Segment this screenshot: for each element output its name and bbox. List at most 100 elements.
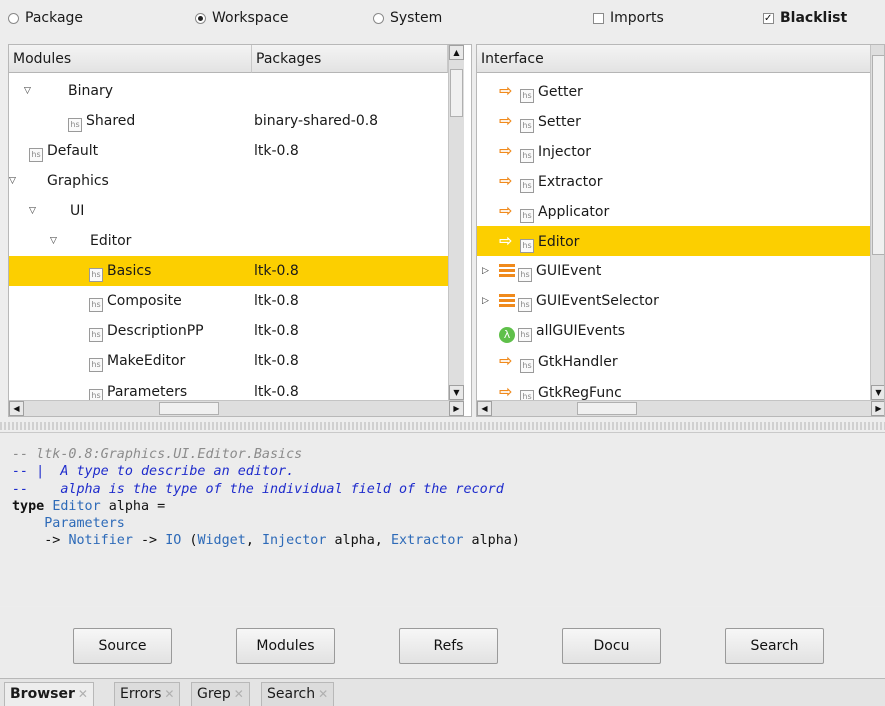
haskell-module-icon: hs <box>518 328 532 342</box>
scroll-right-button[interactable]: ▶ <box>449 401 464 416</box>
interface-item-allguievents[interactable]: λ hs allGUIEvents <box>477 316 870 346</box>
interface-item-applicator[interactable]: ⇨ hs Applicator <box>477 196 870 226</box>
interface-item-getter[interactable]: ⇨ hs Getter <box>477 76 870 106</box>
code-text: -> <box>44 533 69 549</box>
pane-splitter-handle[interactable] <box>0 422 885 430</box>
interface-item-editor-selected[interactable]: ⇨ hs Editor <box>477 226 870 256</box>
imports-checkbox[interactable]: Imports <box>593 10 664 26</box>
scroll-left-button[interactable]: ◀ <box>477 401 492 416</box>
interface-column-header[interactable]: Interface <box>477 45 884 73</box>
interface-item-name: GUIEventSelector <box>536 293 659 309</box>
source-button[interactable]: Source <box>73 628 172 664</box>
expanded-triangle-icon[interactable]: ▽ <box>9 166 16 196</box>
source-view[interactable]: -- ltk-0.8:Graphics.UI.Editor.Basics -- … <box>0 432 885 606</box>
haskell-module-icon: hs <box>89 328 103 342</box>
module-package: ltk-0.8 <box>254 293 299 309</box>
tab-search[interactable]: Search ✕ <box>261 682 335 706</box>
expanded-triangle-icon[interactable]: ▽ <box>24 76 31 106</box>
refs-button[interactable]: Refs <box>399 628 498 664</box>
code-text: alpha) <box>463 533 520 549</box>
arrow-icon: ⇨ <box>499 111 513 130</box>
modules-column-header[interactable]: Modules <box>9 45 252 73</box>
scroll-right-button[interactable]: ▶ <box>871 401 884 416</box>
module-name: Basics <box>107 263 152 279</box>
package-radio[interactable]: Package <box>8 10 83 26</box>
module-package: ltk-0.8 <box>254 323 299 339</box>
interface-vertical-scrollbar[interactable]: ▼ <box>870 45 884 400</box>
haskell-module-icon: hs <box>89 268 103 282</box>
module-row-descriptionpp[interactable]: hs DescriptionPP ltk-0.8 <box>9 316 449 346</box>
interface-item-extractor[interactable]: ⇨ hs Extractor <box>477 166 870 196</box>
tab-grep[interactable]: Grep ✕ <box>191 682 250 706</box>
haskell-module-icon: hs <box>520 209 534 223</box>
module-row-parameters[interactable]: hs Parameters ltk-0.8 <box>9 376 449 402</box>
scroll-thumb[interactable] <box>159 402 219 415</box>
interface-item-gtkregfunc[interactable]: ⇨ hs GtkRegFunc <box>477 376 870 402</box>
module-package: binary-shared-0.8 <box>254 113 379 129</box>
collapsed-triangle-icon[interactable]: ▷ <box>482 286 489 316</box>
search-button[interactable]: Search <box>725 628 824 664</box>
expanded-triangle-icon[interactable]: ▽ <box>50 226 57 256</box>
interface-horizontal-scrollbar[interactable]: ◀ ▶ <box>477 400 884 416</box>
module-row-editor[interactable]: ▽ Editor <box>9 226 449 256</box>
imports-checkbox-label: Imports <box>610 10 664 26</box>
scope-option-bar: Package Workspace System Imports Blackli… <box>0 0 885 40</box>
scroll-down-button[interactable]: ▼ <box>871 385 884 400</box>
interface-item-guieventselector[interactable]: ▷ hs GUIEventSelector <box>477 286 870 316</box>
scroll-down-button[interactable]: ▼ <box>449 385 464 400</box>
scroll-left-button[interactable]: ◀ <box>9 401 24 416</box>
haskell-module-icon: hs <box>89 298 103 312</box>
interface-item-injector[interactable]: ⇨ hs Injector <box>477 136 870 166</box>
action-button-bar: Source Modules Refs Docu Search <box>0 607 885 677</box>
interface-item-guievent[interactable]: ▷ hs GUIEvent <box>477 256 870 286</box>
module-row-basics-selected[interactable]: hs Basics ltk-0.8 <box>9 256 449 286</box>
collapsed-triangle-icon[interactable]: ▷ <box>482 256 489 286</box>
tab-errors[interactable]: Errors ✕ <box>114 682 181 706</box>
modules-button[interactable]: Modules <box>236 628 335 664</box>
haskell-module-icon: hs <box>29 148 43 162</box>
module-row-binary[interactable]: ▽ Binary <box>9 76 449 106</box>
type-name: Injector <box>261 533 327 549</box>
close-icon[interactable]: ✕ <box>164 687 174 701</box>
module-name: Composite <box>107 293 182 309</box>
module-row-makeeditor[interactable]: hs MakeEditor ltk-0.8 <box>9 346 449 376</box>
interface-item-name: Injector <box>538 144 592 160</box>
workspace-radio-label: Workspace <box>212 10 289 26</box>
close-icon[interactable]: ✕ <box>234 687 244 701</box>
haskell-module-icon: hs <box>518 268 532 282</box>
docu-button[interactable]: Docu <box>562 628 661 664</box>
packages-column-header[interactable]: Packages <box>252 45 448 73</box>
blacklist-checkbox[interactable]: Blacklist <box>763 10 847 26</box>
tab-browser[interactable]: Browser ✕ <box>4 682 94 706</box>
scroll-up-button[interactable]: ▲ <box>449 45 464 60</box>
module-row-composite[interactable]: hs Composite ltk-0.8 <box>9 286 449 316</box>
interface-item-name: Applicator <box>538 204 610 220</box>
modules-vertical-scrollbar[interactable]: ▲ ▼ <box>448 45 464 400</box>
interface-item-setter[interactable]: ⇨ hs Setter <box>477 106 870 136</box>
expanded-triangle-icon[interactable]: ▽ <box>29 196 36 226</box>
scroll-thumb[interactable] <box>577 402 637 415</box>
close-icon[interactable]: ✕ <box>78 687 88 701</box>
module-row-default[interactable]: hs Default ltk-0.8 <box>9 136 449 166</box>
arrow-icon: ⇨ <box>499 141 513 160</box>
interface-item-gtkhandler[interactable]: ⇨ hs GtkHandler <box>477 346 870 376</box>
module-row-graphics[interactable]: ▽ Graphics <box>9 166 449 196</box>
modules-horizontal-scrollbar[interactable]: ◀ ▶ <box>9 400 464 416</box>
arrow-icon: ⇨ <box>499 171 513 190</box>
module-name: MakeEditor <box>107 353 186 369</box>
module-package: ltk-0.8 <box>254 263 299 279</box>
package-radio-label: Package <box>25 10 84 26</box>
module-row-shared[interactable]: hs Shared binary-shared-0.8 <box>9 106 449 136</box>
type-name: Parameters <box>44 516 125 532</box>
tab-label: Search <box>267 686 316 702</box>
interface-item-name: GtkHandler <box>538 354 618 370</box>
interface-item-name: GUIEvent <box>536 263 602 279</box>
scroll-thumb[interactable] <box>872 55 884 255</box>
blacklist-checkbox-label: Blacklist <box>780 10 848 26</box>
module-row-ui[interactable]: ▽ UI <box>9 196 449 226</box>
system-radio[interactable]: System <box>373 10 442 26</box>
scroll-thumb[interactable] <box>450 69 463 117</box>
workspace-radio[interactable]: Workspace <box>195 10 289 26</box>
close-icon[interactable]: ✕ <box>318 687 328 701</box>
module-name: UI <box>70 203 85 219</box>
